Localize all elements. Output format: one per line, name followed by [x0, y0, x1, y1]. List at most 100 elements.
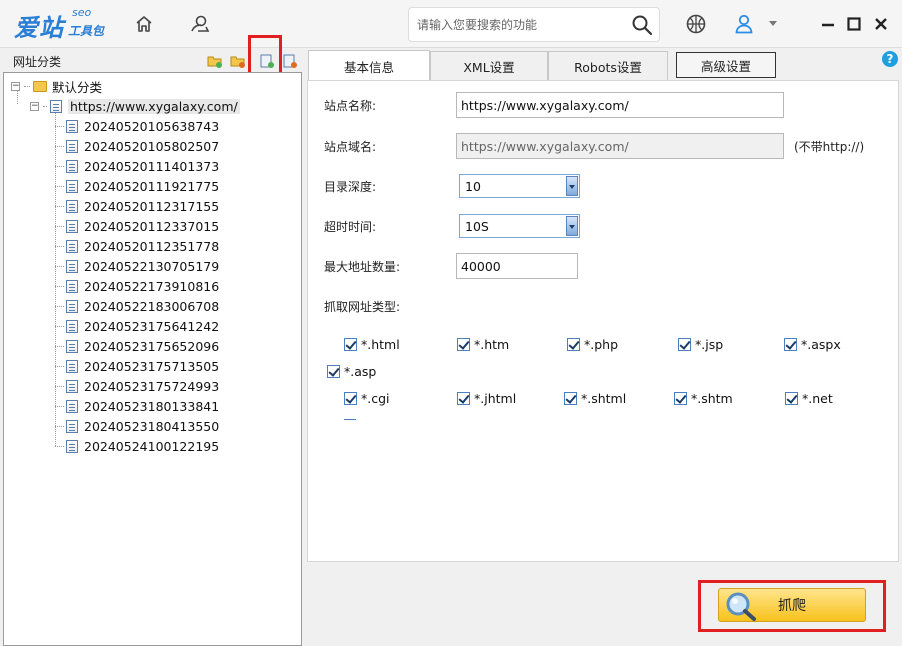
tab-advanced-settings[interactable]: 高级设置: [676, 52, 776, 78]
checkmark-icon[interactable]: [784, 338, 797, 351]
url-category-panel: 网址分类 − 默认分类 − https://www.xygalaxy.com/ …: [0, 35, 306, 646]
tree-item[interactable]: 20240520111921775: [66, 176, 219, 196]
tree-item-label: 20240520105638743: [84, 118, 220, 134]
tree-item[interactable]: 20240523175713505: [66, 356, 219, 376]
checkmark-icon[interactable]: [785, 392, 798, 405]
tree-site-node[interactable]: − https://www.xygalaxy.com/: [30, 96, 240, 116]
tree-line: [55, 266, 64, 267]
url-type-checkbox[interactable]: *.shtm: [674, 391, 733, 406]
url-type-checkbox[interactable]: *.net: [785, 391, 833, 406]
search-icon[interactable]: [631, 14, 653, 36]
checkmark-icon[interactable]: [457, 392, 470, 405]
checkmark-icon[interactable]: [344, 338, 357, 351]
tree-item[interactable]: 20240523180413550: [66, 416, 219, 436]
tree-item-label: 20240523175724993: [84, 378, 220, 394]
depth-value: 10: [465, 178, 481, 194]
maximize-icon: [847, 17, 861, 31]
search-input[interactable]: [417, 16, 627, 34]
tree-item[interactable]: 20240520112317155: [66, 196, 219, 216]
home-button[interactable]: [131, 11, 157, 37]
tree-item-label: 20240522130705179: [84, 258, 220, 274]
tree-item[interactable]: 20240523175724993: [66, 376, 219, 396]
title-bar: 爱站 seo 工具包: [0, 0, 902, 48]
crawl-button[interactable]: 抓爬: [718, 588, 866, 622]
help-icon[interactable]: ?: [882, 51, 898, 67]
close-icon: [875, 18, 887, 30]
tree-item-label: 20240520111921775: [84, 178, 220, 194]
max-urls-label: 最大地址数量:: [324, 260, 401, 274]
checkmark-icon[interactable]: [674, 392, 687, 405]
close-button[interactable]: [868, 11, 894, 37]
collapse-toggle-icon[interactable]: −: [11, 81, 20, 91]
tree-item[interactable]: 20240520111401373: [66, 156, 219, 176]
url-type-label: *.jsp: [695, 337, 724, 352]
remove-folder-icon[interactable]: [230, 54, 246, 68]
collapse-toggle-icon[interactable]: −: [30, 101, 39, 111]
checkmark-icon[interactable]: [457, 338, 470, 351]
tree-item[interactable]: 20240522130705179: [66, 256, 219, 276]
minimize-button[interactable]: [815, 11, 841, 37]
tab-xml-settings[interactable]: XML设置: [430, 51, 548, 81]
logo-sub: 工具包: [68, 24, 105, 38]
tree-item[interactable]: 20240520112351778: [66, 236, 219, 256]
tree-item[interactable]: 20240523175641242: [66, 316, 219, 336]
tab-robots-settings[interactable]: Robots设置: [548, 51, 668, 81]
basketball-button[interactable]: [683, 11, 709, 37]
url-type-checkbox[interactable]: *.asp: [327, 364, 376, 379]
logo-seo: seo: [72, 6, 92, 19]
site-icon: [50, 99, 62, 113]
depth-select[interactable]: 10: [459, 174, 580, 198]
category-toolbar: 网址分类: [0, 35, 306, 83]
tree-item[interactable]: 20240520105638743: [66, 116, 219, 136]
dropdown-arrow-icon[interactable]: [566, 216, 578, 236]
tree-item-label: 20240523175713505: [84, 358, 220, 374]
url-type-checkbox[interactable]: *.jhtml: [457, 391, 516, 406]
search-box[interactable]: [408, 7, 660, 42]
tree-line: [55, 326, 64, 327]
site-domain-label: 站点域名:: [324, 140, 377, 154]
tab-basic-info[interactable]: 基本信息: [308, 50, 430, 81]
tree-item[interactable]: 20240523180133841: [66, 396, 219, 416]
url-type-label: *.jhtml: [474, 391, 517, 406]
folder-open-icon: [33, 80, 47, 92]
url-type-checkbox[interactable]: *.aspx: [784, 337, 841, 352]
url-type-checkbox[interactable]: *.jsp: [678, 337, 723, 352]
site-name-input[interactable]: https://www.xygalaxy.com/: [456, 92, 784, 118]
url-type-checkbox[interactable]: *.htm: [457, 337, 509, 352]
user-location-button[interactable]: [187, 11, 213, 37]
tree-item[interactable]: 20240520105802507: [66, 136, 219, 156]
checkmark-icon[interactable]: [678, 338, 691, 351]
tree-root-category[interactable]: − 默认分类: [11, 76, 102, 96]
checkmark-icon[interactable]: [564, 392, 577, 405]
tree-line: [55, 166, 64, 167]
add-folder-icon[interactable]: [207, 54, 223, 68]
maximize-button[interactable]: [841, 11, 867, 37]
tree-line: [55, 226, 64, 227]
checkmark-icon[interactable]: [567, 338, 580, 351]
tree-item[interactable]: 20240522173910816: [66, 276, 219, 296]
tree-line: [55, 146, 64, 147]
tree-item[interactable]: 20240524100122195: [66, 436, 219, 456]
checkmark-icon[interactable]: [344, 392, 357, 405]
tree-item[interactable]: 20240522183006708: [66, 296, 219, 316]
url-type-checkbox[interactable]: *.php: [567, 337, 618, 352]
tree-line: [55, 386, 64, 387]
max-urls-input[interactable]: 40000: [456, 253, 578, 279]
url-type-checkbox[interactable]: *.html: [344, 337, 400, 352]
site-name-label: 站点名称:: [324, 99, 377, 113]
tree-line: [55, 366, 64, 367]
tree-item[interactable]: 20240520112337015: [66, 216, 219, 236]
tree-line: [55, 126, 64, 127]
timeout-select[interactable]: 10S: [459, 214, 580, 238]
url-type-checkbox[interactable]: *.shtml: [564, 391, 626, 406]
tree-item[interactable]: 20240523175652096: [66, 336, 219, 356]
checkmark-icon[interactable]: [327, 365, 340, 378]
url-tree[interactable]: − 默认分类 − https://www.xygalaxy.com/ 20240…: [3, 72, 302, 646]
tree-item-label: 20240522173910816: [84, 278, 220, 294]
dropdown-arrow-icon[interactable]: [566, 176, 578, 196]
remove-site-icon[interactable]: [282, 54, 298, 68]
url-type-checkbox[interactable]: *.cgi: [344, 391, 390, 406]
user-button[interactable]: [731, 11, 757, 37]
user-menu-dropdown[interactable]: [765, 11, 781, 37]
url-type-label: *.asp: [344, 364, 377, 379]
